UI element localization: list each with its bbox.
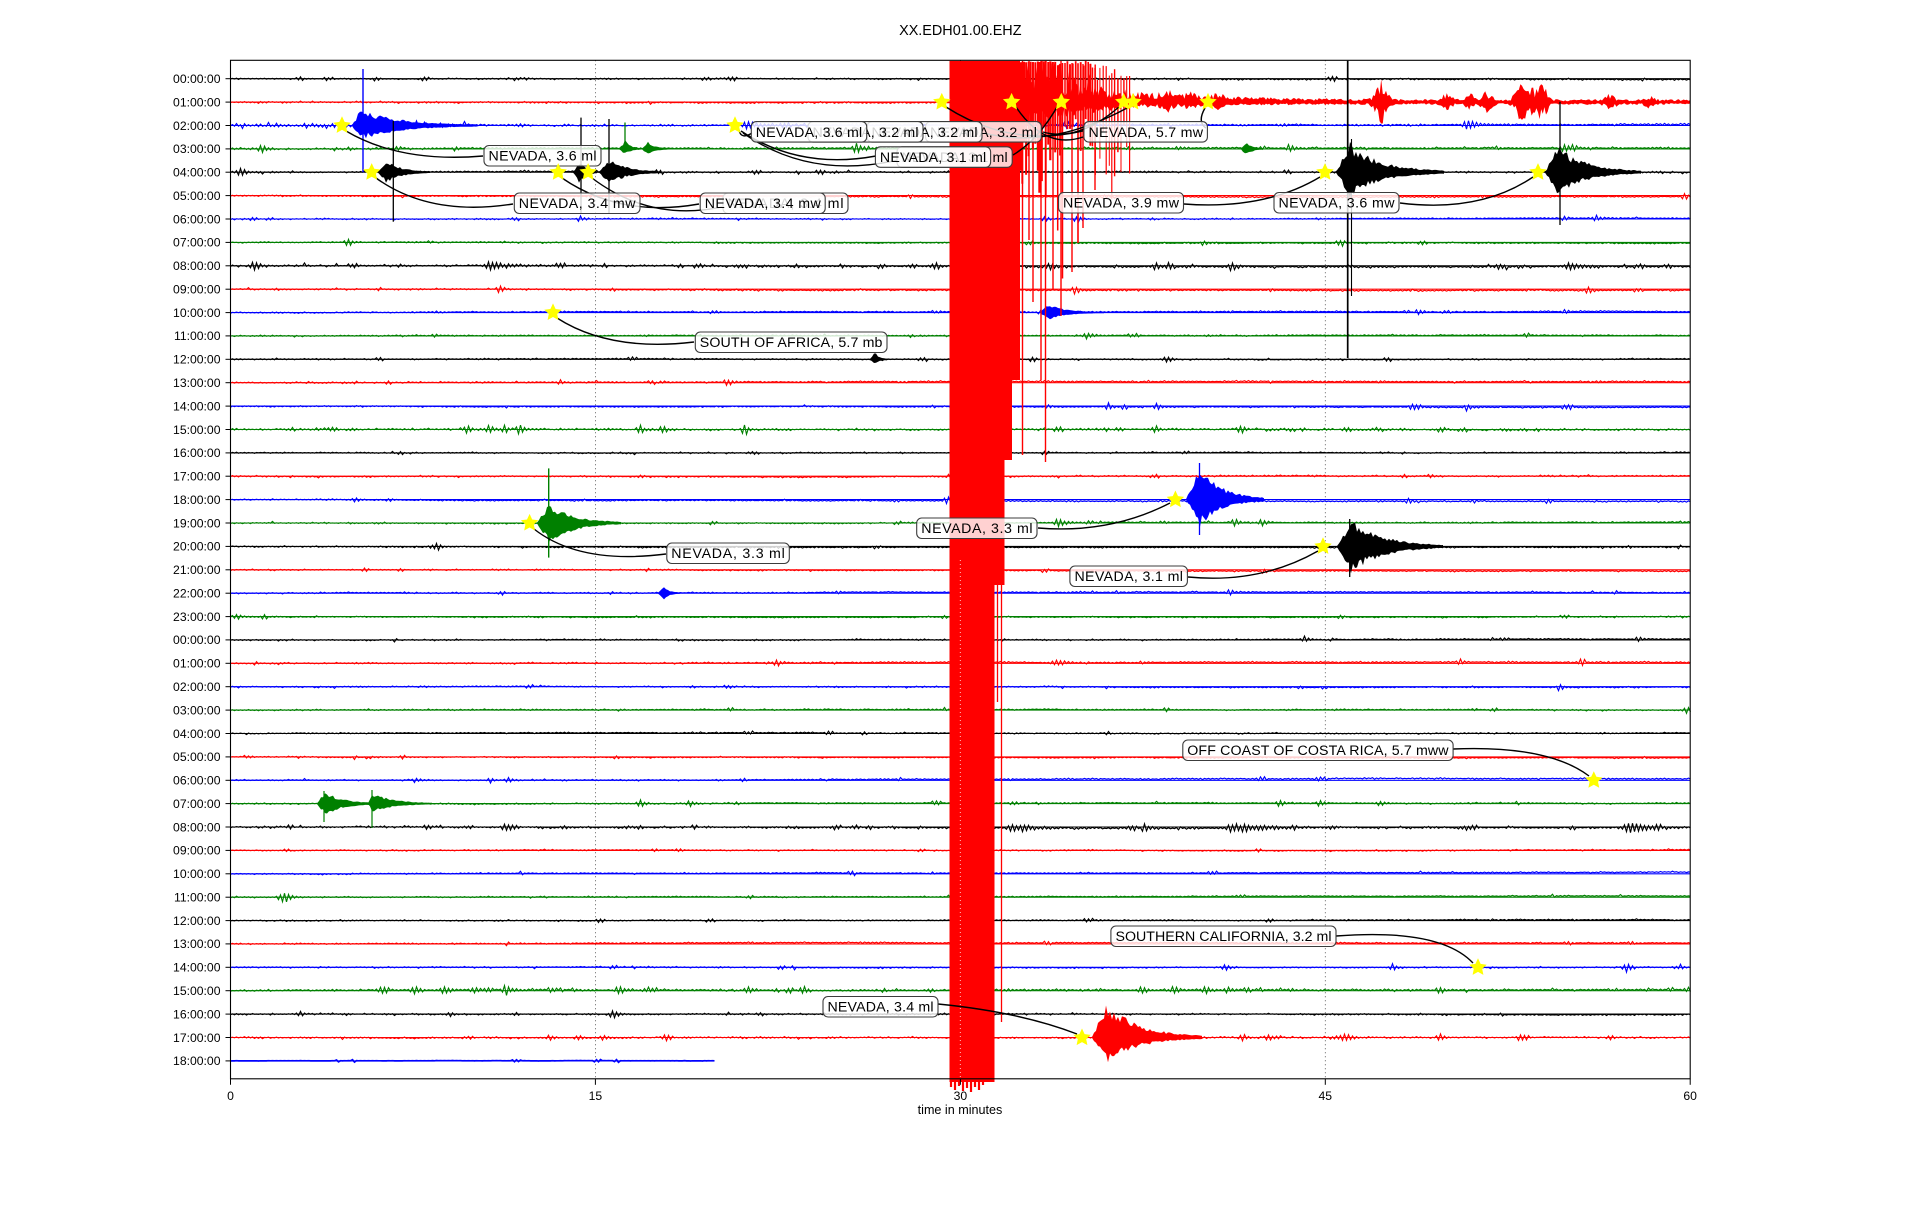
svg-text:17:00:00: 17:00:00 (173, 470, 221, 484)
svg-text:02:00:00: 02:00:00 (173, 119, 221, 133)
svg-text:00:00:00: 00:00:00 (173, 72, 221, 86)
svg-text:07:00:00: 07:00:00 (173, 797, 221, 811)
svg-text:06:00:00: 06:00:00 (173, 212, 221, 226)
svg-text:22:00:00: 22:00:00 (173, 587, 221, 601)
svg-text:15: 15 (589, 1089, 603, 1103)
svg-text:08:00:00: 08:00:00 (173, 820, 221, 834)
svg-text:14:00:00: 14:00:00 (173, 961, 221, 975)
svg-text:NEVADA, 3.4 ml: NEVADA, 3.4 ml (828, 1000, 934, 1016)
svg-text:NEVADA, 5.7 mw: NEVADA, 5.7 mw (1088, 125, 1203, 141)
svg-text:NEVADA, 3.3 ml: NEVADA, 3.3 ml (921, 521, 1032, 537)
svg-text:NEVADA, 3.9 mw: NEVADA, 3.9 mw (1063, 196, 1180, 212)
svg-text:01:00:00: 01:00:00 (173, 95, 221, 109)
svg-text:18:00:00: 18:00:00 (173, 493, 221, 507)
svg-text:04:00:00: 04:00:00 (173, 727, 221, 741)
svg-text:10:00:00: 10:00:00 (173, 306, 221, 320)
svg-text:13:00:00: 13:00:00 (173, 376, 221, 390)
svg-text:XX.EDH01.00.EHZ: XX.EDH01.00.EHZ (899, 23, 1022, 39)
svg-text:18:00:00: 18:00:00 (173, 1054, 221, 1068)
svg-text:05:00:00: 05:00:00 (173, 189, 221, 203)
svg-text:17:00:00: 17:00:00 (173, 1031, 221, 1045)
svg-text:time in minutes: time in minutes (918, 1103, 1003, 1117)
svg-text:20:00:00: 20:00:00 (173, 540, 221, 554)
svg-text:30: 30 (954, 1089, 968, 1103)
svg-text:45: 45 (1319, 1089, 1333, 1103)
svg-text:19:00:00: 19:00:00 (173, 516, 221, 530)
svg-text:15:00:00: 15:00:00 (173, 423, 221, 437)
svg-text:06:00:00: 06:00:00 (173, 774, 221, 788)
svg-text:SOUTHERN CALIFORNIA, 3.2 ml: SOUTHERN CALIFORNIA, 3.2 ml (1115, 929, 1331, 945)
svg-text:11:00:00: 11:00:00 (174, 891, 221, 905)
svg-text:02:00:00: 02:00:00 (173, 680, 221, 694)
svg-text:12:00:00: 12:00:00 (173, 914, 221, 928)
svg-text:NEVADA, 3.1 ml: NEVADA, 3.1 ml (1074, 569, 1183, 585)
svg-text:09:00:00: 09:00:00 (173, 283, 221, 297)
svg-text:16:00:00: 16:00:00 (173, 1007, 221, 1021)
svg-text:07:00:00: 07:00:00 (173, 236, 221, 250)
svg-text:NEVADA, 3.6 ml: NEVADA, 3.6 ml (756, 125, 862, 141)
svg-text:23:00:00: 23:00:00 (173, 610, 221, 624)
svg-text:16:00:00: 16:00:00 (173, 446, 221, 460)
svg-text:NEVADA, 3.6 mw: NEVADA, 3.6 mw (1279, 196, 1396, 212)
svg-text:14:00:00: 14:00:00 (173, 399, 221, 413)
svg-text:03:00:00: 03:00:00 (173, 142, 221, 156)
svg-text:05:00:00: 05:00:00 (173, 750, 221, 764)
svg-text:60: 60 (1683, 1089, 1697, 1103)
svg-text:OFF COAST OF COSTA RICA, 5.7 m: OFF COAST OF COSTA RICA, 5.7 mww (1187, 743, 1449, 759)
svg-text:00:00:00: 00:00:00 (173, 633, 221, 647)
svg-text:NEVADA, 3.3 ml: NEVADA, 3.3 ml (671, 546, 785, 562)
svg-text:01:00:00: 01:00:00 (173, 657, 221, 671)
svg-text:NEVADA, 3.6 ml: NEVADA, 3.6 ml (489, 149, 597, 165)
svg-text:NEVADA, 3.4 mw: NEVADA, 3.4 mw (705, 196, 822, 212)
svg-text:15:00:00: 15:00:00 (173, 984, 221, 998)
svg-text:04:00:00: 04:00:00 (173, 166, 221, 180)
svg-text:10:00:00: 10:00:00 (173, 867, 221, 881)
svg-text:13:00:00: 13:00:00 (173, 937, 221, 951)
svg-text:11:00:00: 11:00:00 (174, 329, 221, 343)
svg-text:NEVADA, 3.4 mw: NEVADA, 3.4 mw (519, 196, 636, 212)
svg-text:SOUTH OF AFRICA, 5.7 mb: SOUTH OF AFRICA, 5.7 mb (700, 335, 883, 351)
svg-text:12:00:00: 12:00:00 (173, 353, 221, 367)
svg-text:08:00:00: 08:00:00 (173, 259, 221, 273)
svg-text:21:00:00: 21:00:00 (173, 563, 221, 577)
svg-text:09:00:00: 09:00:00 (173, 844, 221, 858)
svg-text:NEVADA, 3.1 ml: NEVADA, 3.1 ml (880, 150, 986, 166)
svg-text:0: 0 (227, 1089, 234, 1103)
svg-text:03:00:00: 03:00:00 (173, 703, 221, 717)
